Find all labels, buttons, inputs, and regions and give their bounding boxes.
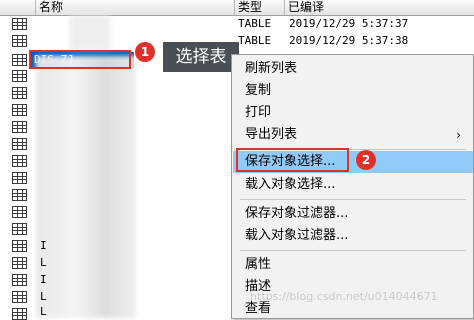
menu-separator [240,199,466,200]
table-icon [12,35,27,47]
partial-name: L [40,305,47,318]
table-icon [12,257,27,269]
menu-load-object-selection[interactable]: 载入对象选择... [233,174,473,196]
table-icon [12,18,27,30]
menu-export-list-label: 导出列表 [245,127,298,142]
menu-load-object-filter[interactable]: 载入对象过滤器... [233,225,473,247]
name-column-header[interactable]: 名称 [36,0,235,15]
step-2-badge: 2 [356,150,376,170]
table-icon [12,87,27,99]
select-table-tag: 选择表 [163,42,239,72]
table-icon [12,54,27,66]
menu-separator [240,250,466,251]
row-date: 2019/12/29 5:37:38 [289,34,409,47]
step-1-badge: 1 [135,42,155,62]
context-menu: 刷新列表 复制 打印 导出列表 › 保存对象选择... 载入对象选择... 保存… [231,54,474,319]
table-icon [12,189,27,201]
partial-name: L [40,256,47,269]
annotation-box-1 [29,50,131,69]
table-icon [12,70,27,82]
table-icon [12,308,27,320]
table-icon [12,104,27,116]
blurred-names [70,16,110,50]
table-icon [12,274,27,286]
annotation-box-2 [236,148,349,172]
row-date: 2019/12/29 5:37:37 [289,17,409,30]
partial-name: L [40,290,47,303]
chevron-right-icon: › [456,128,461,142]
menu-refresh-list[interactable]: 刷新列表 [233,58,473,80]
table-icon [12,138,27,150]
table-icon [12,240,27,252]
blurred-names [36,56,136,318]
menu-print[interactable]: 打印 [233,102,473,124]
table-icon [12,172,27,184]
row-type: TABLE [238,17,272,30]
type-column-header[interactable]: 类型 [235,0,285,15]
watermark: https://blog.csdn.net/u014044671 [250,290,438,303]
table-icon [12,291,27,303]
menu-save-object-filter[interactable]: 保存对象过滤器... [233,203,473,225]
partial-name: I [40,273,47,286]
table-icon [12,206,27,218]
row-type: TABLE [238,34,272,47]
menu-export-list[interactable]: 导出列表 › [233,124,473,146]
table-icon [12,223,27,235]
menu-copy[interactable]: 复制 [233,80,473,102]
compiled-column-header[interactable]: 已编译 [285,0,474,15]
list-column-header: 名称 类型 已编译 [0,0,474,16]
menu-properties[interactable]: 属性 [233,254,473,276]
icon-column-header[interactable] [0,0,36,15]
table-icon [12,155,27,167]
partial-name: I [40,239,47,252]
row-name [32,16,232,32]
table-icon [12,121,27,133]
